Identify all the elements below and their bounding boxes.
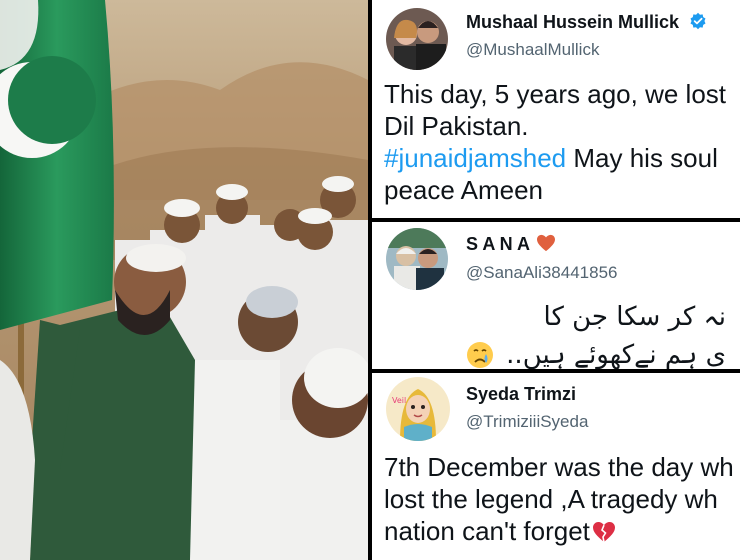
- user-handle[interactable]: @TrimiziiiSyeda: [466, 412, 588, 432]
- display-name[interactable]: Syeda Trimzi: [466, 384, 576, 405]
- display-name[interactable]: Mushaal Hussein Mullick: [466, 12, 707, 33]
- user-handle[interactable]: @SanaAli38441856: [466, 263, 618, 283]
- tweet-line: ی ہم نےکھوئے ہیں..: [466, 336, 726, 369]
- tweet-line: peace Ameen: [384, 175, 544, 205]
- tweet-line-text: nation can't forget: [384, 516, 590, 546]
- photo-illustration: [0, 0, 368, 560]
- tweet-line: nation can't forget: [384, 515, 734, 547]
- avatar[interactable]: [386, 8, 448, 70]
- avatar-photo-icon: [386, 8, 448, 70]
- hashtag-link[interactable]: #junaidjamshed: [384, 143, 566, 173]
- display-name[interactable]: S A N A: [466, 234, 556, 255]
- tweet-line-rest: May his soul: [566, 143, 718, 173]
- tweet-card-1[interactable]: Mushaal Hussein Mullick @MushaalMullick …: [372, 0, 740, 218]
- tweet-line-text: ی ہم نےکھوئے ہیں..: [506, 340, 726, 369]
- verified-badge-icon: [690, 12, 706, 30]
- tweet-line: lost the legend ,A tragedy wh: [384, 484, 718, 514]
- svg-text:Veil: Veil: [392, 396, 406, 405]
- tweet-line: 7th December was the day wh: [384, 452, 734, 482]
- user-handle[interactable]: @MushaalMullick: [466, 40, 599, 60]
- tweet-line: نہ کر سکا جن کا: [543, 302, 726, 332]
- crying-face-icon: [466, 342, 493, 368]
- display-name-text: Mushaal Hussein Mullick: [466, 12, 680, 32]
- heart-icon: [537, 234, 556, 252]
- avatar-illustration-icon: Veil: [386, 377, 450, 441]
- tweet-text-urdu: نہ کر سکا جن کا ی ہم نےکھوئے ہیں..: [466, 298, 726, 369]
- tweet-line: Dil Pakistan.: [384, 111, 529, 141]
- tweet-line: This day, 5 years ago, we lost: [384, 79, 727, 109]
- tweet-card-2[interactable]: S A N A @SanaAli38441856 نہ کر سکا جن کا…: [372, 222, 740, 369]
- broken-heart-icon: [592, 522, 615, 543]
- avatar[interactable]: [386, 228, 448, 290]
- photo-panel: [0, 0, 368, 560]
- tweet-card-3[interactable]: Veil Syeda Trimzi @TrimiziiiSyeda 7th De…: [372, 373, 740, 560]
- tweet-text: This day, 5 years ago, we lost Dil Pakis…: [384, 78, 726, 206]
- tweet-line: #junaidjamshed May his soul: [384, 142, 726, 174]
- avatar-photo-icon: [386, 228, 448, 290]
- display-name-text: S A N A: [466, 234, 530, 254]
- avatar[interactable]: Veil: [386, 377, 450, 441]
- tweet-text: 7th December was the day wh lost the leg…: [384, 451, 734, 547]
